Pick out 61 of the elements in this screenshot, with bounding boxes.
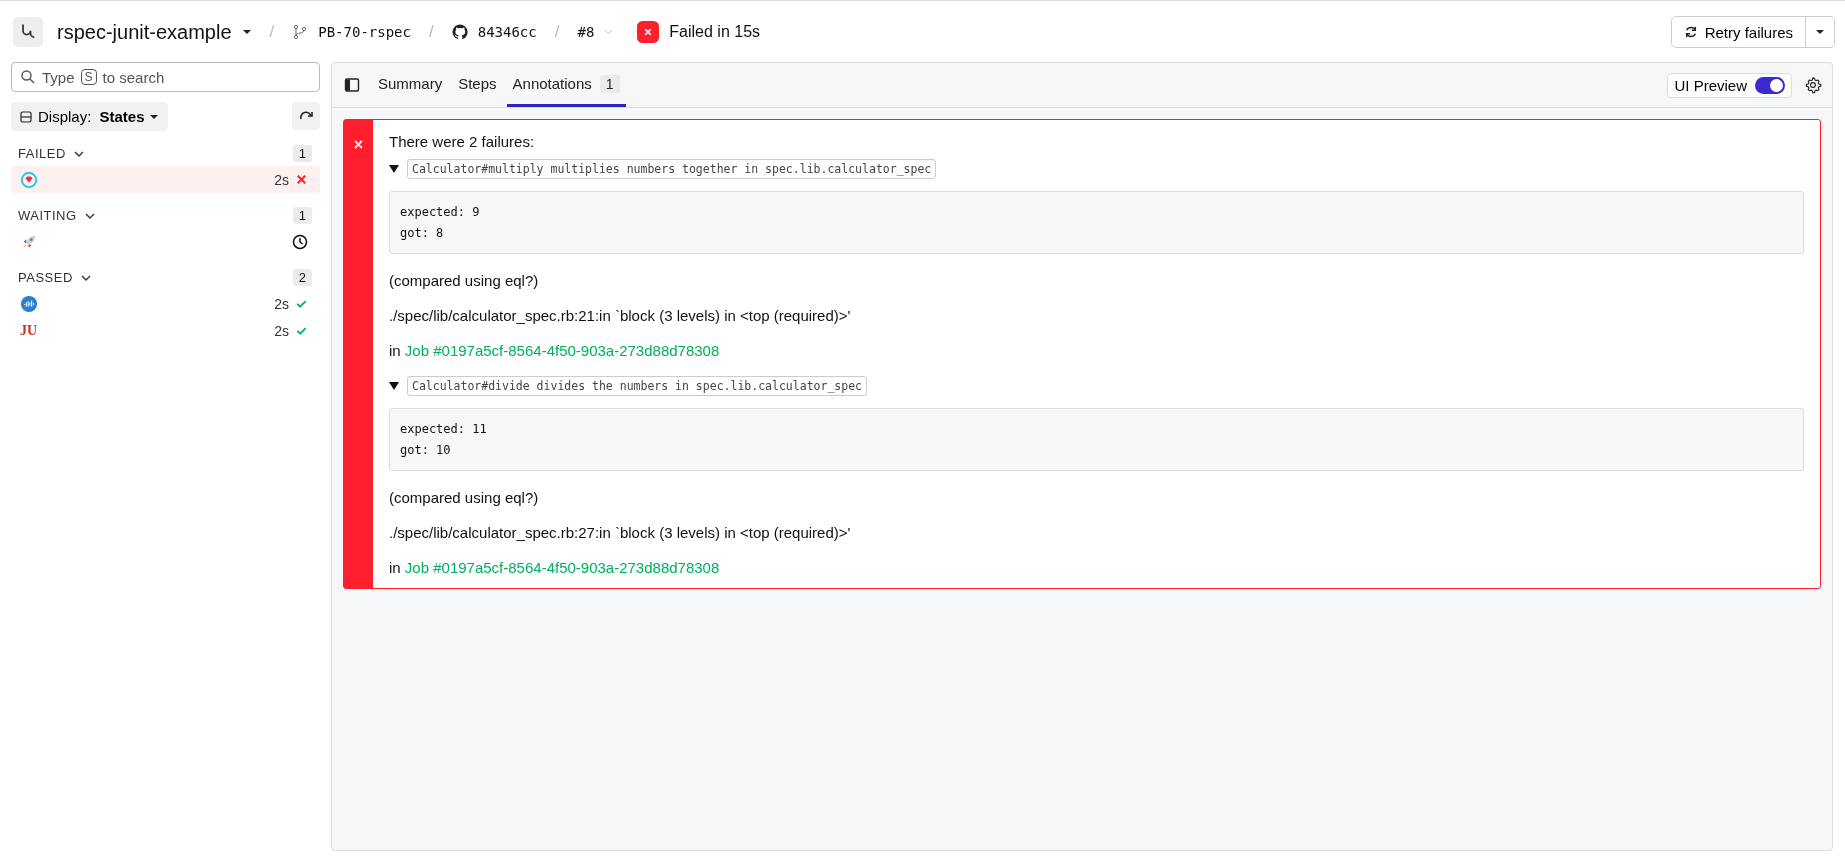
close-icon [295, 173, 308, 186]
code-block: expected: 9 got: 8 [389, 191, 1804, 254]
waveform-icon [20, 294, 38, 313]
refresh-icon [1683, 25, 1698, 39]
comparison-note: (compared using eql?) [389, 272, 540, 289]
chevron-icon[interactable] [84, 212, 95, 219]
job-prefix: in [389, 559, 401, 576]
logo-text: JU [20, 322, 38, 339]
tab[interactable]: Summary [372, 63, 449, 107]
step-duration: 2s [274, 171, 289, 188]
caret-icon [1815, 29, 1825, 35]
caret-icon[interactable] [241, 29, 252, 35]
count-badge: 2 [292, 269, 312, 286]
stack-trace-line: ./spec/lib/calculator_spec.rb:21:in `block (3 levels) in <top (required)>' [389, 307, 852, 324]
search-field[interactable]: Type S to search [11, 62, 320, 92]
pipeline-icon [13, 17, 43, 47]
test-name[interactable]: Calculator#multiply multiplies numbers together in spec.lib.calculator_spec [407, 159, 937, 179]
job-prefix: in [389, 342, 401, 359]
count-badge: 1 [292, 145, 312, 162]
ui-preview-toggle[interactable]: UI Preview [1667, 72, 1792, 98]
disclosure-triangle-icon[interactable] [389, 164, 399, 174]
code-block: expected: 11 got: 10 [389, 408, 1804, 471]
annotation-heading: There were 2 failures: [389, 133, 536, 150]
caret-icon [148, 113, 159, 120]
tab[interactable]: Steps [452, 63, 503, 107]
breadcrumb-separator: / [554, 22, 560, 42]
tab[interactable]: Annotations 1 [506, 63, 626, 107]
error-mark: × [353, 137, 364, 153]
stack-trace-line: ./spec/lib/calculator_spec.rb:27:in `block (3 levels) in <top (required)>' [389, 524, 852, 541]
github-icon [451, 24, 468, 40]
clock-icon [292, 233, 308, 250]
pipeline-name[interactable]: rspec-junit-example [57, 20, 232, 44]
step-item[interactable]: JU 2s [11, 317, 320, 344]
chevron-icon[interactable] [73, 150, 84, 157]
settings-icon[interactable] [1804, 76, 1822, 94]
step-item[interactable]: 2s [11, 290, 320, 317]
branch-icon [292, 24, 309, 40]
breadcrumb-separator: / [269, 22, 275, 42]
layout-icon [20, 110, 32, 123]
comparison-note: (compared using eql?) [389, 489, 540, 506]
count-badge: 1 [292, 207, 312, 224]
step-duration: 2s [274, 322, 289, 339]
group-title[interactable]: WAITING [18, 208, 77, 223]
test-name[interactable]: Calculator#divide divides the numbers in spec.lib.calculator_spec [407, 376, 868, 396]
build-number[interactable]: #8 [577, 24, 595, 40]
refresh-button[interactable] [292, 102, 320, 130]
search-icon [20, 69, 36, 85]
commit-hash[interactable]: 84346cc [477, 24, 537, 40]
display-button[interactable]: Display: States [11, 102, 168, 131]
gem-icon [20, 170, 38, 189]
build-status: Failed in 15s [669, 23, 761, 41]
disclosure-triangle-icon[interactable] [389, 381, 399, 391]
step-item[interactable]: 2s [11, 166, 320, 193]
sidebar-toggle-icon[interactable] [344, 77, 360, 93]
step-duration: 2s [274, 295, 289, 312]
retry-failures-button[interactable]: Retry failures [1671, 17, 1806, 47]
chevron-icon[interactable] [80, 274, 91, 281]
breadcrumb-separator: / [428, 22, 434, 42]
group-title[interactable]: PASSED [18, 270, 73, 285]
group-title[interactable]: FAILED [18, 146, 66, 161]
branch-name[interactable]: PB-70-rspec [318, 24, 411, 40]
